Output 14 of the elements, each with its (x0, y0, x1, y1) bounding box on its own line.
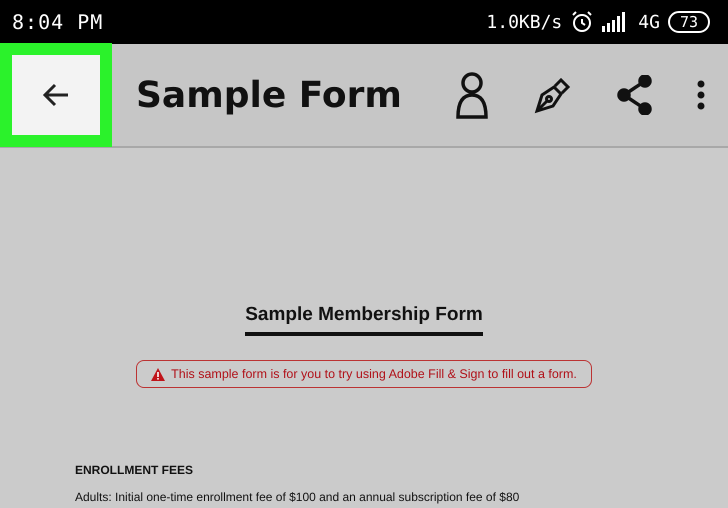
notice-text: This sample form is for you to try using Adobe Fill & Sign to fill out a form. (171, 367, 577, 381)
warning-icon (151, 368, 166, 380)
network-type: 4G (638, 12, 660, 32)
status-time: 8:04 PM (12, 10, 104, 34)
section-text: Adults: Initial one-time enrollment fee of $100 and an annual subscription fee of $80 (75, 490, 520, 504)
more-menu-icon[interactable] (696, 80, 706, 110)
document-title: Sample Membership Form (245, 304, 483, 336)
alarm-clock-icon (570, 10, 594, 34)
network-speed: 1.0KB/s (486, 12, 562, 32)
section-heading: ENROLLMENT FEES (75, 463, 194, 477)
toolbar-title: Sample Form (136, 74, 402, 116)
share-icon[interactable] (616, 75, 653, 115)
battery-indicator: 73 (668, 11, 710, 33)
person-icon[interactable] (454, 71, 490, 119)
